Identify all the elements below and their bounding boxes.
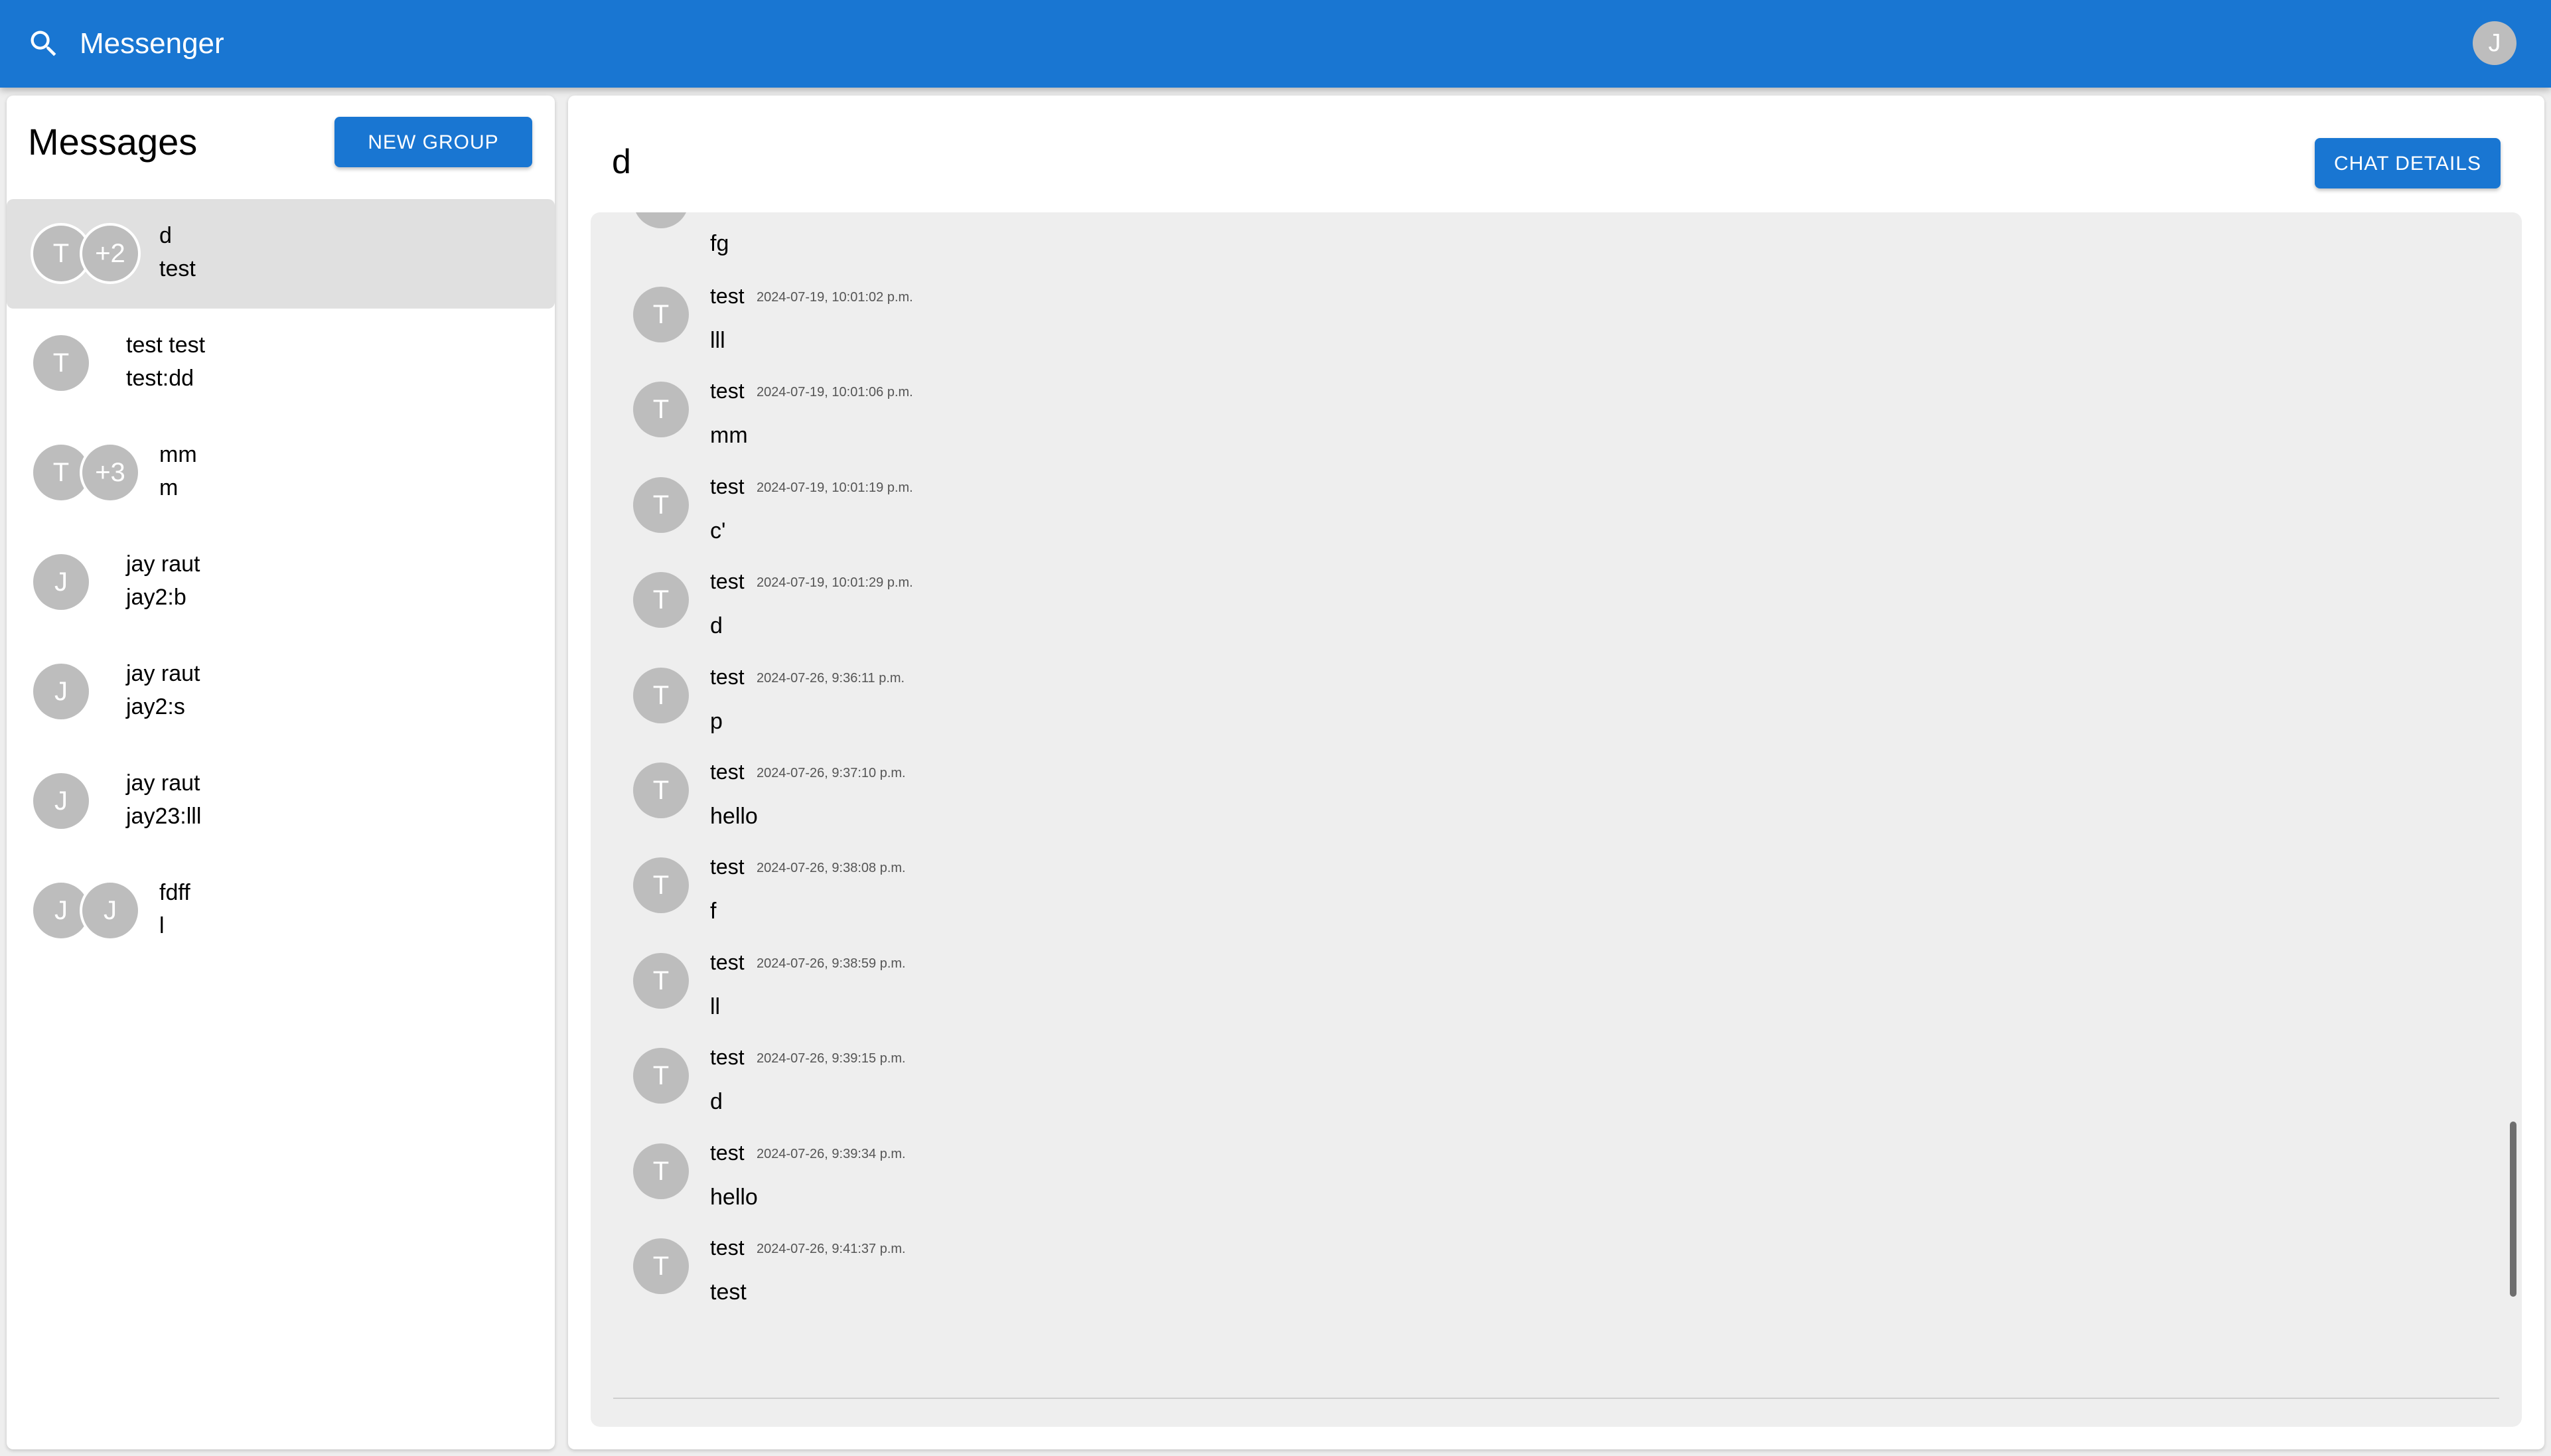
message-row: Ttest 2024-07-19, 10:01:06 p.m. mm — [591, 379, 2449, 476]
message-text: lll — [710, 328, 725, 353]
message-text: hello — [710, 804, 758, 829]
message-text: ll — [710, 993, 721, 1019]
message-author: test — [710, 950, 745, 974]
avatar: T — [633, 857, 689, 914]
message-text: c' — [710, 518, 726, 544]
avatar: T — [633, 382, 689, 438]
conversation-last-message: m — [159, 475, 179, 500]
message-text: p — [710, 708, 723, 734]
messages-heading: Messages — [28, 121, 198, 163]
conversation-name: jay raut — [126, 661, 200, 686]
avatar: T — [33, 335, 89, 391]
conversation-name: jay raut — [126, 770, 200, 796]
message-timestamp: 2024-07-19, 10:01:02 p.m. — [757, 290, 913, 305]
message-author: test — [710, 1236, 745, 1260]
message-timestamp: 2024-07-26, 9:39:34 p.m. — [757, 1146, 906, 1161]
message-scrollbar[interactable] — [2510, 1122, 2516, 1297]
message-timestamp: 2024-07-26, 9:38:08 p.m. — [757, 861, 906, 876]
chat-panel: d CHAT DETAILS fg Ttest 2024-07-19, 10:01… — [568, 96, 2544, 1449]
message-author: test — [710, 569, 745, 594]
conversation-item[interactable]: Jjay raut jay23:lll — [7, 747, 555, 856]
avatar — [633, 212, 689, 228]
conversation-name: mm — [159, 442, 197, 467]
message-timestamp: 2024-07-26, 9:37:10 p.m. — [757, 766, 906, 780]
conversations-panel: Messages NEW GROUP CHAT T +2 d test Ttest te… — [7, 96, 555, 1449]
message-text: fg — [710, 231, 729, 256]
message-author: test — [710, 474, 745, 498]
message-row: Ttest 2024-07-26, 9:37:10 p.m. hello — [591, 760, 2449, 857]
conversation-list: T +2 d test Ttest test test:dd T +3 mm m Jjay raut… — [7, 199, 555, 966]
message-row: Ttest 2024-07-26, 9:38:08 p.m. f — [591, 855, 2449, 952]
conversation-item[interactable]: Jjay raut jay2:b — [7, 528, 555, 637]
conversation-name: test test — [126, 332, 206, 358]
message-timestamp: 2024-07-26, 9:36:11 p.m. — [757, 670, 905, 686]
message-row: Ttest 2024-07-26, 9:36:11 p.m. p — [591, 665, 2449, 763]
message-text: d — [710, 1089, 723, 1115]
message-row: Ttest 2024-07-26, 9:41:37 p.m. test — [591, 1236, 2449, 1333]
message-row: Ttest 2024-07-19, 10:01:29 p.m. d — [591, 569, 2449, 667]
conversation-last-message: test:dd — [126, 366, 194, 391]
avatar: +2 — [80, 223, 141, 284]
avatar: T — [633, 667, 689, 723]
message-timestamp: 2024-07-19, 10:01:19 p.m. — [757, 480, 913, 495]
conversation-item[interactable]: Jjay raut jay2:s — [7, 637, 555, 747]
conversation-last-message: l — [159, 913, 165, 938]
avatar: T — [633, 763, 689, 818]
avatar: +3 — [80, 442, 141, 503]
conversation-name: jay raut — [126, 551, 200, 577]
message-author: test — [710, 1045, 745, 1070]
avatar: T — [633, 1048, 689, 1104]
avatar: J — [33, 773, 89, 829]
conversation-item[interactable]: J Jfdff l — [7, 856, 555, 966]
message-text: test — [710, 1279, 747, 1305]
conversation-last-message: jay2:s — [126, 694, 185, 719]
message-author: test — [710, 760, 745, 784]
message-author: test — [710, 379, 745, 403]
avatar: T — [633, 287, 689, 342]
avatar: T — [633, 952, 689, 1009]
conversation-item[interactable]: Ttest test test:dd — [7, 309, 555, 418]
conversation-last-message: jay23:lll — [126, 804, 202, 829]
message-timestamp: 2024-07-19, 10:01:06 p.m. — [757, 385, 913, 400]
message-timestamp: 2024-07-26, 9:41:37 p.m. — [757, 1242, 906, 1256]
user-avatar[interactable]: J — [2473, 21, 2516, 65]
message-text: f — [710, 899, 717, 924]
message-timestamp: 2024-07-26, 9:38:59 p.m. — [757, 956, 906, 971]
avatar: J — [80, 880, 141, 941]
conversation-item[interactable]: T +3 mm m — [7, 418, 555, 528]
conversation-last-message: jay2:b — [126, 585, 186, 610]
message-row: Ttest 2024-07-19, 10:01:02 p.m. lll — [591, 284, 2449, 382]
conversation-name: d — [159, 223, 172, 248]
avatar: T — [633, 572, 689, 628]
message-text: mm — [710, 423, 748, 449]
conversation-item[interactable]: T +2 d test — [7, 199, 555, 309]
message-author: test — [710, 664, 745, 689]
avatar: J — [33, 664, 89, 719]
message-text: d — [710, 613, 723, 639]
search-icon[interactable] — [27, 27, 61, 61]
avatar: T — [633, 476, 689, 533]
message-row: Ttest 2024-07-26, 9:39:15 p.m. d — [591, 1045, 2449, 1143]
message-row: Ttest 2024-07-26, 9:38:59 p.m. ll — [591, 950, 2449, 1048]
message-author: test — [710, 284, 745, 308]
app-title: Messenger — [80, 27, 224, 60]
avatar: T — [633, 1238, 689, 1294]
message-timestamp: 2024-07-19, 10:01:29 p.m. — [757, 575, 913, 591]
avatar: J — [33, 554, 89, 610]
message-list[interactable]: fg Ttest 2024-07-19, 10:01:02 p.m. lll Ttes… — [591, 212, 2522, 1427]
message-text: hello — [710, 1184, 758, 1210]
message-timestamp: 2024-07-26, 9:39:15 p.m. — [757, 1051, 906, 1066]
app-bar: Messenger J — [0, 0, 2551, 88]
message-row: Ttest 2024-07-19, 10:01:19 p.m. c' — [591, 474, 2449, 572]
message-row: Ttest 2024-07-26, 9:39:34 p.m. hello — [591, 1141, 2449, 1238]
message-author: test — [710, 1140, 745, 1165]
chat-title: d — [612, 143, 631, 181]
conversation-name: fdff — [159, 880, 190, 905]
chat-details-button[interactable]: CHAT DETAILS — [2315, 138, 2501, 188]
avatar: T — [633, 1143, 689, 1199]
message-author: test — [710, 855, 745, 879]
input-divider — [613, 1398, 2499, 1399]
new-group-chat-button[interactable]: NEW GROUP CHAT — [334, 117, 532, 204]
conversation-last-message: test — [159, 256, 196, 281]
